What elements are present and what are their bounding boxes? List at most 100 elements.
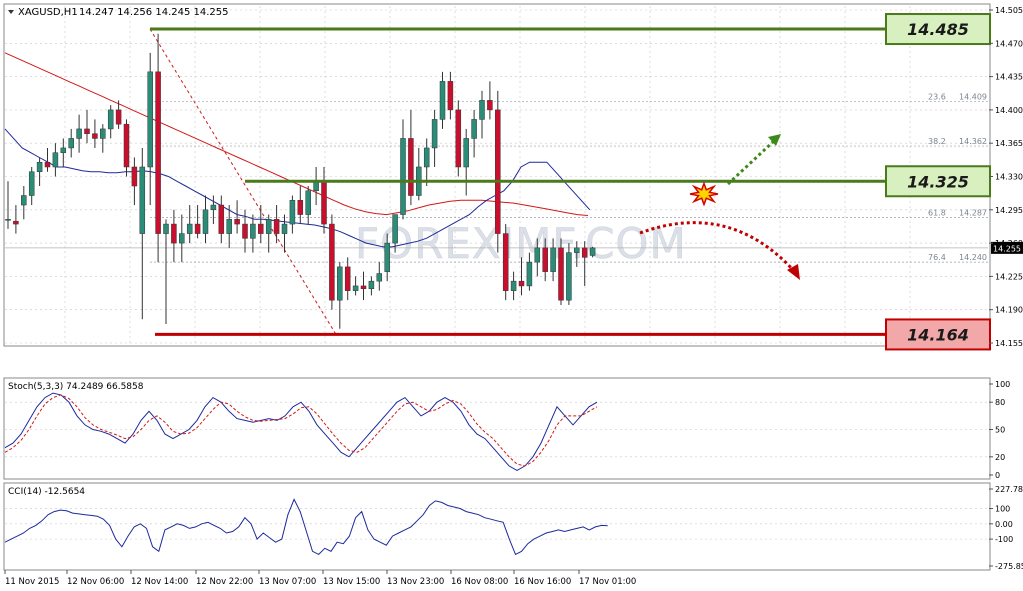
candle-body bbox=[360, 285, 367, 290]
watermark: FOREXIMF.COM bbox=[355, 219, 687, 268]
cci-tick-label: 227.782 bbox=[995, 485, 1023, 494]
price-tick-label: 14.470 bbox=[995, 39, 1023, 48]
price-panel[interactable]: FOREXIMF.COM 23.6 14.409 38.2 14.362 61.8 14.… bbox=[3, 3, 1023, 351]
candle-body bbox=[36, 161, 43, 172]
ohlc-label: 14.247 14.256 14.245 14.255 bbox=[79, 7, 229, 18]
stoch-label: Stoch(5,3,3) 74.2489 66.5858 bbox=[8, 382, 144, 392]
time-tick-label: 16 Nov 08:00 bbox=[451, 577, 508, 587]
candle-body bbox=[574, 247, 580, 253]
stoch-panel[interactable]: 100 80 50 20 0 Stoch(5,3,3) 74.2489 66.5858 bbox=[3, 377, 1010, 480]
candle-body bbox=[344, 266, 351, 291]
candle-body bbox=[155, 71, 161, 234]
price-tick-label: 14.190 bbox=[995, 306, 1023, 315]
candle-body bbox=[123, 123, 130, 168]
price-tick-label: 14.400 bbox=[995, 106, 1023, 115]
level-label-text: 14.164 bbox=[907, 325, 969, 344]
candle-body bbox=[163, 223, 169, 234]
candle-body bbox=[281, 223, 288, 234]
symbol-label: XAGUSD,H1 bbox=[18, 7, 78, 18]
stoch-tick-label: 20 bbox=[995, 453, 1005, 462]
candle-body bbox=[368, 280, 375, 290]
candle-body bbox=[21, 195, 27, 206]
candle-body bbox=[218, 204, 225, 234]
candle-body bbox=[13, 220, 19, 225]
candle-body bbox=[337, 266, 343, 301]
candle-body bbox=[115, 109, 122, 125]
candle-body bbox=[558, 247, 564, 301]
cci-tick-label: 0.00 bbox=[995, 520, 1013, 529]
symbol-header: XAGUSD,H1 14.247 14.256 14.245 14.255 bbox=[8, 7, 229, 18]
candle-body bbox=[423, 147, 430, 168]
candle-body bbox=[107, 109, 114, 130]
fib-price-label: 14.362 bbox=[959, 137, 987, 146]
fib-ratio-label: 38.2 bbox=[928, 137, 946, 146]
cci-panel[interactable]: 227.782 100 0.00 -100 -275.854 CCI(14) -12.5… bbox=[3, 482, 1023, 571]
candle-body bbox=[352, 285, 359, 291]
candle-body bbox=[447, 81, 454, 111]
candle-body bbox=[526, 261, 533, 287]
candle-body bbox=[131, 166, 138, 187]
stoch-axis: 100 80 50 20 0 bbox=[989, 380, 1010, 480]
price-tick-label: 14.295 bbox=[995, 206, 1023, 215]
candle-body bbox=[297, 200, 304, 215]
candle-body bbox=[589, 247, 596, 256]
candle-body bbox=[226, 219, 232, 234]
candle-body bbox=[305, 190, 311, 215]
stoch-tick-label: 0 bbox=[995, 471, 1000, 480]
fib-price-label: 14.287 bbox=[959, 208, 987, 217]
candle-body bbox=[400, 138, 406, 215]
fib-price-label: 14.240 bbox=[959, 253, 987, 262]
candle-body bbox=[171, 223, 177, 244]
candle-body bbox=[84, 128, 90, 134]
candle-body bbox=[329, 223, 335, 301]
cci-label: CCI(14) -12.5654 bbox=[8, 487, 85, 497]
candle-body bbox=[139, 166, 146, 234]
candle-body bbox=[376, 273, 383, 282]
candle-body bbox=[258, 223, 264, 234]
candle-body bbox=[5, 219, 11, 221]
time-tick-label: 16 Nov 16:00 bbox=[514, 577, 571, 587]
candle-body bbox=[202, 209, 209, 234]
fib-ratio-label: 23.6 bbox=[928, 92, 946, 101]
candle-body bbox=[455, 109, 462, 168]
time-tick-label: 17 Nov 01:00 bbox=[579, 577, 636, 587]
time-tick-label: 13 Nov 15:00 bbox=[323, 577, 380, 587]
candle-body bbox=[250, 223, 256, 239]
candle-body bbox=[550, 247, 556, 272]
candle-body bbox=[100, 128, 106, 139]
candle-body bbox=[502, 233, 509, 291]
candle-body bbox=[28, 171, 35, 196]
cci-axis: 227.782 100 0.00 -100 -275.854 bbox=[989, 485, 1023, 571]
trading-chart[interactable]: FOREXIMF.COM 23.6 14.409 38.2 14.362 61.8 14.… bbox=[0, 0, 1023, 591]
candle-body bbox=[534, 247, 541, 263]
candle-body bbox=[92, 133, 98, 139]
stoch-tick-label: 50 bbox=[995, 426, 1005, 435]
candle-body bbox=[408, 138, 414, 196]
price-tick-label: 14.330 bbox=[995, 173, 1023, 182]
candle-body bbox=[44, 161, 51, 168]
candle-body bbox=[510, 280, 517, 291]
cci-tick-label: -100 bbox=[995, 535, 1013, 544]
candle-body bbox=[147, 71, 153, 168]
candle-body bbox=[68, 138, 74, 149]
price-tick-label: 14.260 bbox=[995, 239, 1023, 248]
candle-body bbox=[431, 119, 438, 149]
price-tick-label: 14.505 bbox=[995, 6, 1023, 15]
candle-body bbox=[487, 100, 493, 111]
candle-body bbox=[471, 119, 477, 139]
cci-panel-frame bbox=[3, 482, 991, 571]
level-label-text: 14.325 bbox=[907, 172, 969, 191]
candle-body bbox=[439, 81, 446, 120]
price-tick-label: 14.365 bbox=[995, 139, 1023, 148]
candle-body bbox=[265, 219, 272, 234]
cci-tick-label: 100 bbox=[995, 505, 1010, 514]
candle-body bbox=[463, 138, 469, 168]
candle-body bbox=[289, 200, 296, 225]
candle-body bbox=[392, 214, 398, 244]
candle-body bbox=[273, 219, 280, 234]
cci-tick-label: -275.854 bbox=[995, 562, 1023, 571]
price-tick-label: 14.225 bbox=[995, 272, 1023, 281]
candle-body bbox=[495, 109, 501, 234]
candle-body bbox=[179, 233, 185, 244]
time-tick-label: 12 Nov 14:00 bbox=[131, 577, 188, 587]
